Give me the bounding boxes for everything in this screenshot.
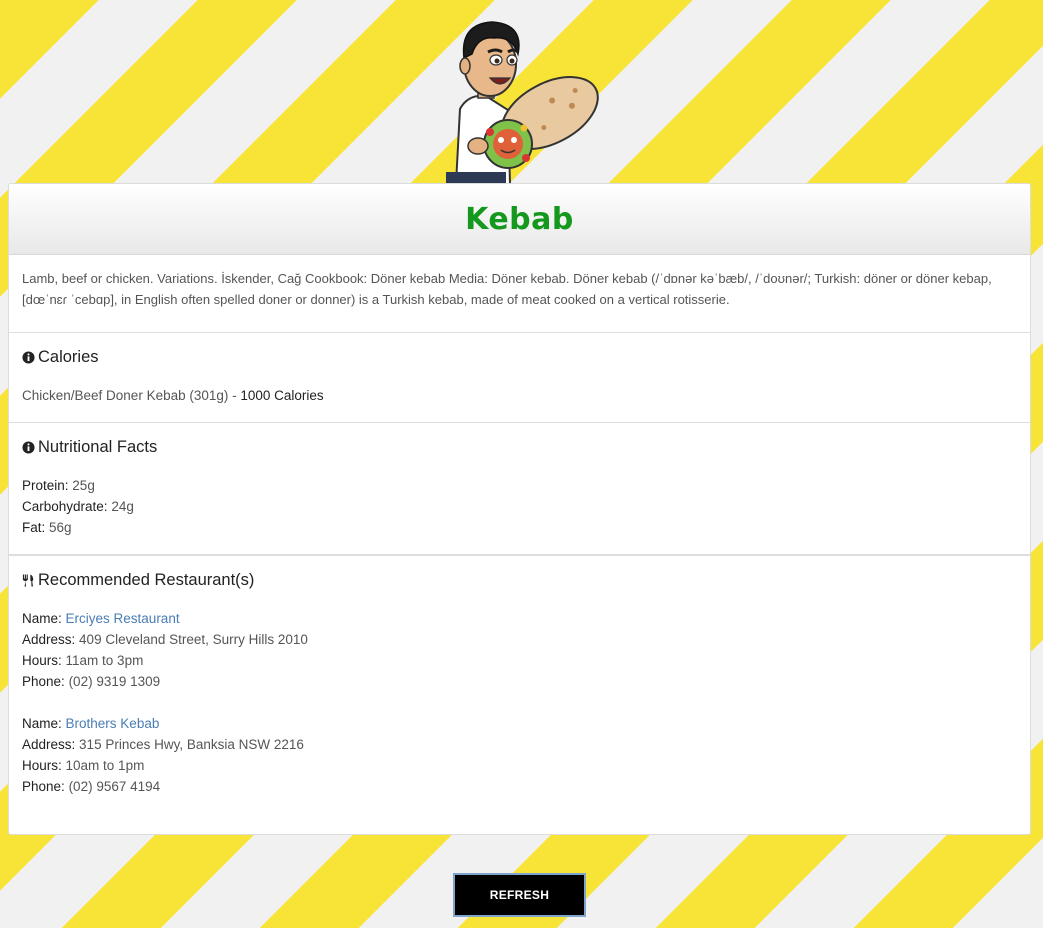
restaurant-name-link[interactable]: Erciyes Restaurant: [66, 611, 180, 626]
carb-label: Carbohydrate:: [22, 499, 108, 514]
restaurant-name-link[interactable]: Brothers Kebab: [66, 716, 160, 731]
address-label: Address:: [22, 632, 76, 647]
calories-heading: Calories: [22, 347, 1017, 368]
nutrition-heading-label: Nutritional Facts: [38, 438, 158, 456]
restaurants-heading: Recommended Restaurant(s): [22, 570, 1017, 591]
food-description: Lamb, beef or chicken. Variations. İsken…: [22, 271, 992, 307]
address-label: Address:: [22, 737, 76, 752]
calories-heading-label: Calories: [38, 348, 99, 366]
protein-label: Protein:: [22, 478, 69, 493]
food-card: Kebab Lamb, beef or chicken. Variations.…: [8, 183, 1031, 835]
carb-row: Carbohydrate: 24g: [22, 496, 1017, 517]
restaurants-heading-label: Recommended Restaurant(s): [38, 571, 255, 589]
restaurant-hours: 11am to 3pm: [65, 653, 144, 668]
info-circle-icon: [22, 351, 35, 364]
food-title: Kebab: [465, 201, 574, 237]
carb-value: 24g: [111, 499, 134, 514]
name-label: Name:: [22, 611, 62, 626]
nutrition-heading: Nutritional Facts: [22, 437, 1017, 458]
protein-value: 25g: [72, 478, 95, 493]
restaurant-address: 315 Princes Hwy, Banksia NSW 2216: [79, 737, 304, 752]
calories-section: Calories Chicken/Beef Doner Kebab (301g)…: [9, 333, 1030, 423]
hours-label: Hours:: [22, 758, 62, 773]
hours-label: Hours:: [22, 653, 62, 668]
info-circle-icon: [22, 441, 35, 454]
phone-label: Phone:: [22, 674, 65, 689]
mascot-avatar: [446, 21, 599, 184]
calories-value: 1000 Calories: [240, 388, 324, 403]
restaurant-address: 409 Cleveland Street, Surry Hills 2010: [79, 632, 308, 647]
fat-label: Fat:: [22, 520, 46, 535]
restaurant-entry: Name: Brothers Kebab Address: 315 Prince…: [22, 713, 1017, 797]
phone-label: Phone:: [22, 779, 65, 794]
name-label: Name:: [22, 716, 62, 731]
card-header: Kebab: [9, 184, 1030, 255]
calories-item: Chicken/Beef Doner Kebab (301g) -: [22, 388, 241, 403]
fat-value: 56g: [49, 520, 72, 535]
cutlery-icon: [22, 574, 34, 587]
description-section: Lamb, beef or chicken. Variations. İsken…: [9, 255, 1030, 333]
restaurant-entry: Name: Erciyes Restaurant Address: 409 Cl…: [22, 608, 1017, 692]
restaurant-phone: (02) 9567 4194: [68, 779, 161, 794]
nutrition-section: Nutritional Facts Protein: 25g Carbohydr…: [9, 423, 1030, 555]
restaurant-hours: 10am to 1pm: [65, 758, 145, 773]
refresh-button[interactable]: REFRESH: [453, 873, 586, 917]
protein-row: Protein: 25g: [22, 475, 1017, 496]
restaurant-phone: (02) 9319 1309: [68, 674, 161, 689]
restaurants-section: Recommended Restaurant(s) Name: Erciyes …: [9, 555, 1030, 813]
fat-row: Fat: 56g: [22, 517, 1017, 538]
